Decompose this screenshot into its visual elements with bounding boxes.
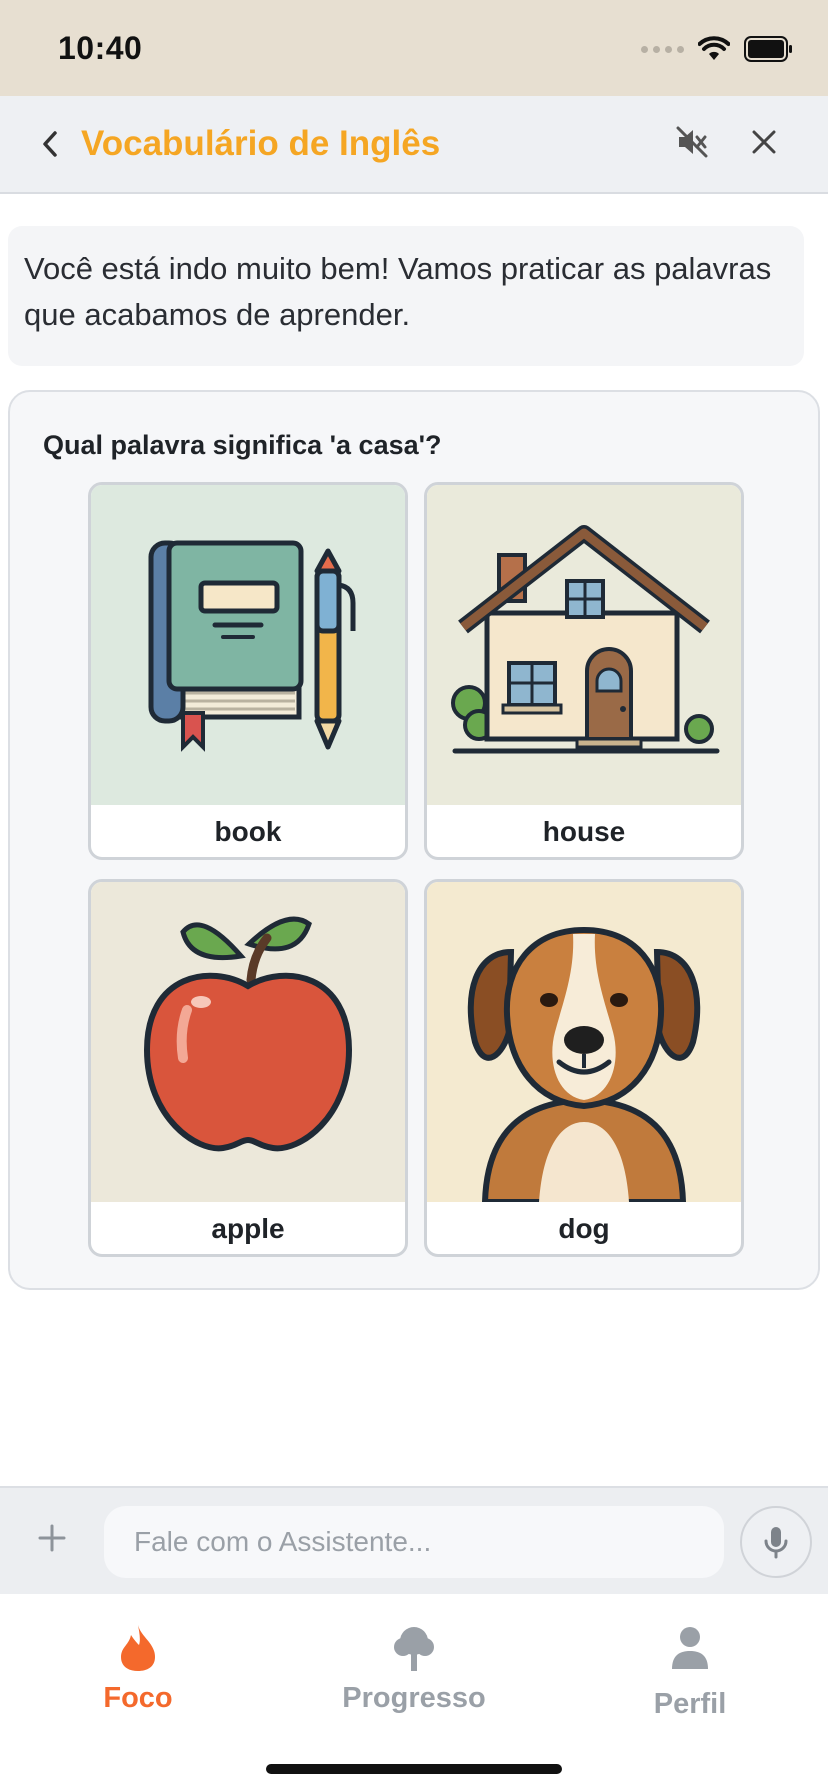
close-button[interactable] xyxy=(744,122,784,162)
back-button[interactable] xyxy=(30,124,70,164)
tab-label: Foco xyxy=(103,1682,173,1714)
tab-label: Progresso xyxy=(342,1682,486,1714)
quiz-card: Qual palavra significa 'a casa'? book ho… xyxy=(8,390,820,1290)
microphone-icon xyxy=(764,1527,788,1559)
tab-foco[interactable]: Foco xyxy=(28,1620,248,1730)
option-label: book xyxy=(214,816,282,847)
tab-bar: Foco Progresso Perfil xyxy=(0,1594,828,1792)
option-card-book[interactable]: book xyxy=(88,482,408,860)
close-icon xyxy=(752,130,776,154)
home-indicator xyxy=(266,1764,562,1774)
microphone-button[interactable] xyxy=(740,1506,812,1578)
option-card-dog[interactable]: dog xyxy=(424,879,744,1257)
mute-button[interactable] xyxy=(672,122,712,162)
option-card-apple[interactable]: apple xyxy=(88,879,408,1257)
option-label: apple xyxy=(211,1213,285,1244)
tab-label: Perfil xyxy=(653,1688,727,1720)
chat-input-bar xyxy=(0,1486,828,1594)
apple-icon xyxy=(91,882,405,1202)
flame-icon xyxy=(121,1625,155,1671)
quiz-question: Qual palavra significa 'a casa'? xyxy=(43,430,442,460)
nav-header: Vocabulário de Inglês xyxy=(0,96,828,194)
tab-progresso[interactable]: Progresso xyxy=(304,1620,524,1730)
option-card-house[interactable]: house xyxy=(424,482,744,860)
option-label: dog xyxy=(558,1213,610,1244)
option-label: house xyxy=(542,816,626,847)
cellular-signal-icon xyxy=(641,45,684,53)
house-icon xyxy=(427,485,741,805)
add-attachment-button[interactable] xyxy=(32,1518,72,1558)
status-bar: 10:40 xyxy=(0,0,828,96)
chat-input[interactable] xyxy=(104,1506,724,1578)
plus-icon xyxy=(38,1524,66,1552)
assistant-message: Você está indo muito bem! Vamos praticar… xyxy=(8,226,804,366)
dog-icon xyxy=(427,882,741,1202)
status-time: 10:40 xyxy=(58,30,143,66)
person-icon xyxy=(672,1627,708,1669)
tab-perfil[interactable]: Perfil xyxy=(580,1620,800,1730)
speaker-muted-icon xyxy=(676,126,708,158)
wifi-icon xyxy=(698,36,730,60)
book-icon xyxy=(91,485,405,805)
battery-icon xyxy=(744,36,792,62)
chevron-left-icon xyxy=(43,131,57,157)
status-icons xyxy=(641,36,794,62)
page-title: Vocabulário de Inglês xyxy=(81,124,441,163)
tree-icon xyxy=(394,1627,434,1671)
